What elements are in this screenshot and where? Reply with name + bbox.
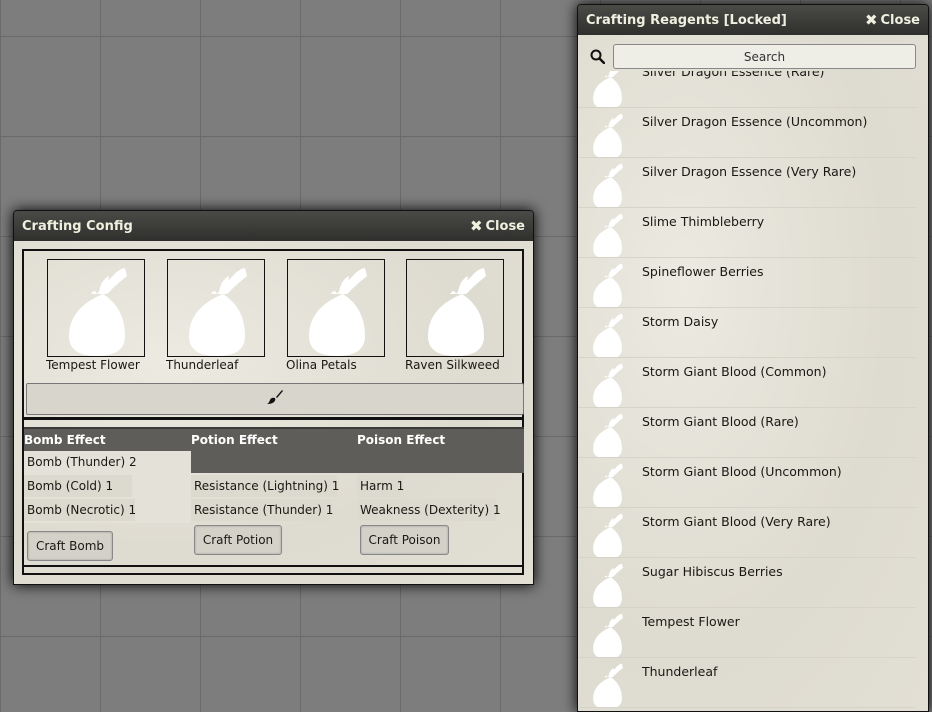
reagent-list-item[interactable]: Storm Giant Blood (Common) [578,357,916,408]
reagent-name: Spineflower Berries [642,264,764,279]
pouch-icon [406,259,504,357]
search-row [578,35,928,75]
reagents-title: Crafting Reagents [Locked] [586,12,787,28]
pouch-icon [589,159,625,207]
reagent-list-item[interactable]: Silver Dragon Essence (Uncommon) [578,107,916,158]
ingredient-slot-2[interactable]: Thunderleaf [166,259,266,372]
reagent-name: Tempest Flower [642,614,740,629]
ingredient-slot-4[interactable]: Raven Silkweed [405,259,505,372]
ingredient-slot-3[interactable]: Olina Petals [286,259,386,372]
potion-effect-item: Resistance (Thunder) 1 [191,499,333,521]
reagent-list-item[interactable]: Slime Thimbleberry [578,207,916,258]
reagent-list-item[interactable]: Silver Dragon Essence (Rare) [578,71,916,108]
reagent-name: Sugar Hibiscus Berries [642,564,783,579]
config-close-button[interactable]: ✖ Close [470,217,525,235]
search-input[interactable] [613,44,916,69]
reagent-name: Storm Giant Blood (Rare) [642,414,799,429]
craft-potion-button[interactable]: Craft Potion [194,525,282,555]
pouch-icon [589,559,625,607]
reagent-list-item[interactable]: Storm Giant Blood (Uncommon) [578,457,916,508]
reagent-name: Storm Giant Blood (Very Rare) [642,514,831,529]
reagent-name: Storm Daisy [642,314,719,329]
reagent-list-item[interactable]: Silver Dragon Essence (Very Rare) [578,157,916,208]
pouch-icon [287,259,385,357]
reagent-list-item[interactable]: Storm Giant Blood (Very Rare) [578,507,916,558]
pouch-icon [167,259,265,357]
close-icon: ✖ [469,217,483,235]
potion-effect-item: Resistance (Lightning) 1 [191,475,339,497]
pouch-icon [589,409,625,457]
bomb-effects-list: Bomb (Thunder) 2 Bomb (Cold) 1 Bomb (Nec… [24,451,191,523]
ingredient-slot-1[interactable]: Tempest Flower [46,259,146,372]
pouch-icon [47,259,145,357]
reagent-list-item[interactable]: Storm Daisy [578,307,916,358]
pouch-icon [589,359,625,407]
config-title: Crafting Config [22,218,133,234]
bomb-effect-item: Bomb (Thunder) 2 [24,451,191,473]
pouch-icon [589,459,625,507]
craft-bomb-button[interactable]: Craft Bomb [27,531,113,561]
divider [24,565,522,567]
reagent-name: Storm Giant Blood (Common) [642,364,827,379]
bomb-effect-item: Bomb (Necrotic) 1 [24,499,136,521]
reagent-name: Silver Dragon Essence (Uncommon) [642,114,868,129]
poison-effect-item: Harm 1 [357,475,404,497]
close-icon: ✖ [864,11,878,29]
reagent-list-item[interactable]: Tempest Flower [578,607,916,658]
reagent-name: Silver Dragon Essence (Rare) [642,71,825,79]
reagent-list-item[interactable]: Sugar Hibiscus Berries [578,557,916,608]
reagent-name: Thunderleaf [642,664,718,679]
paint-effects-button[interactable] [26,383,524,415]
reagent-list-item[interactable]: Spineflower Berries [578,257,916,308]
pouch-icon [589,259,625,307]
craft-poison-button[interactable]: Craft Poison [360,525,449,555]
reagent-list-item[interactable]: Thunderleaf [578,657,916,708]
crafting-config-window: Crafting Config ✖ Close Tempest Flower T… [13,210,534,585]
poison-effect-header: Poison Effect [357,433,446,447]
pouch-icon [589,309,625,357]
config-content: Tempest Flower Thunderleaf Olina Petals … [22,249,524,575]
paintbrush-icon [266,389,284,409]
bomb-effect-item: Bomb (Cold) 1 [24,475,132,497]
reagent-list[interactable]: Silver Dragon Essence (Rare) Silver Drago… [578,71,923,711]
reagent-name: Silver Dragon Essence (Very Rare) [642,164,857,179]
reagents-titlebar[interactable]: Crafting Reagents [Locked] ✖ Close [578,5,928,35]
pouch-icon [589,659,625,707]
pouch-icon [589,71,625,107]
pouch-icon [589,509,625,557]
reagents-close-button[interactable]: ✖ Close [865,11,920,29]
config-titlebar[interactable]: Crafting Config ✖ Close [14,211,533,241]
reagent-name: Slime Thimbleberry [642,214,765,229]
pouch-icon [589,609,625,657]
poison-effect-item: Weakness (Dexterity) 1 [357,499,501,521]
crafting-reagents-window: Crafting Reagents [Locked] ✖ Close Silve… [577,4,929,712]
divider [24,417,522,420]
pouch-icon [589,209,625,257]
reagent-name: Storm Giant Blood (Uncommon) [642,464,842,479]
bomb-effect-header: Bomb Effect [24,433,106,447]
reagent-list-item[interactable]: Storm Giant Blood (Rare) [578,407,916,458]
pouch-icon [589,109,625,157]
potion-effect-header: Potion Effect [191,433,278,447]
potion-effects-list: Resistance (Lightning) 1 Resistance (Thu… [191,475,339,523]
search-icon [590,49,606,68]
poison-effects-list: Harm 1 Weakness (Dexterity) 1 [357,475,501,523]
